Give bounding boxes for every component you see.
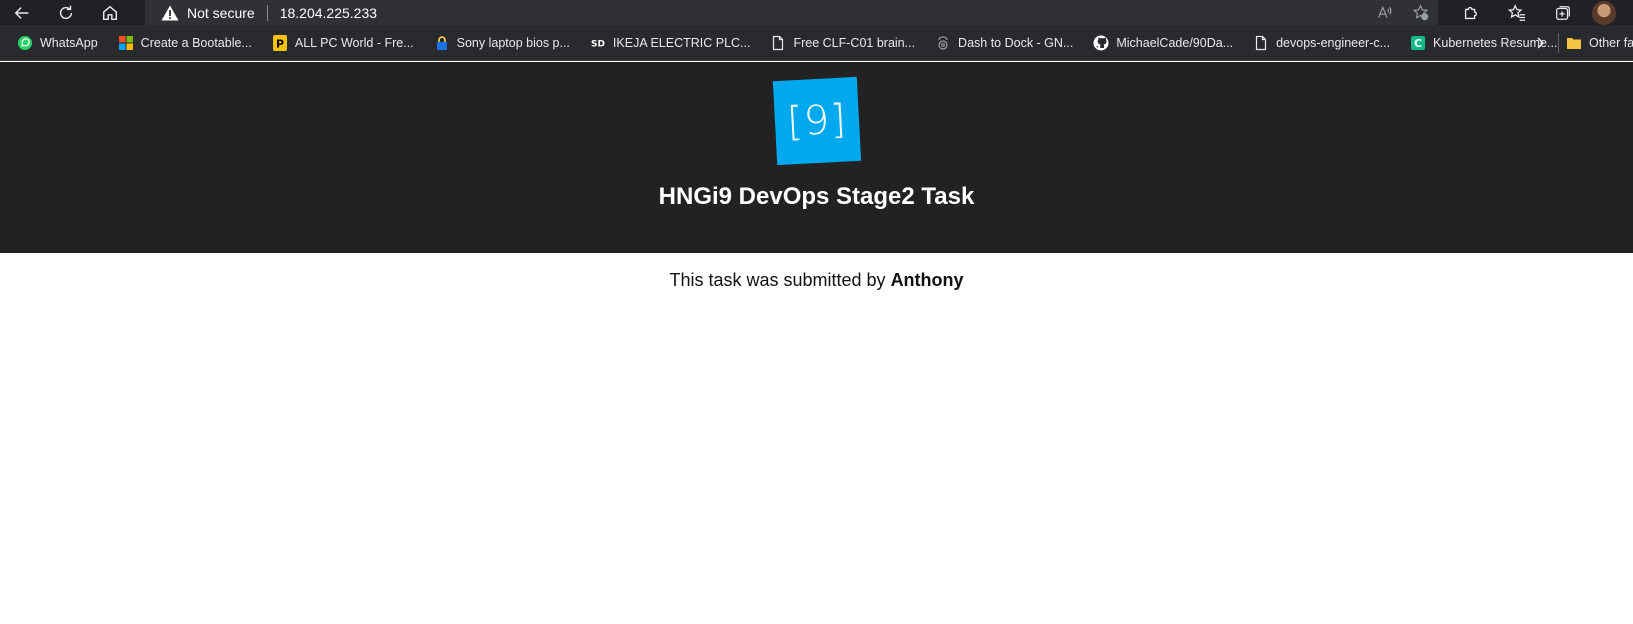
home-button[interactable] (88, 0, 132, 25)
bookmark-label: IKEJA ELECTRIC PLC... (612, 35, 751, 50)
bookmark-dash-to-dock[interactable]: Dash to Dock - GN... (930, 29, 1078, 57)
bookmark-label: devops-engineer-c... (1276, 35, 1391, 50)
microsoft-icon (118, 35, 134, 51)
sd-icon: SD (590, 35, 606, 51)
bookmark-label: Dash to Dock - GN... (958, 35, 1074, 50)
browser-toolbar: Not secure 18.204.225.233 (0, 0, 1633, 25)
puzzle-icon (1464, 6, 1478, 19)
url-text[interactable]: 18.204.225.233 (280, 5, 377, 21)
address-bar[interactable]: Not secure 18.204.225.233 (145, 0, 1438, 25)
submission-prefix: This task was submitted by (669, 270, 886, 290)
document-icon (770, 35, 786, 51)
bookmark-other-favorites[interactable]: Other fa (1566, 29, 1633, 57)
bookmark-label: MichaelCade/90Da... (1116, 35, 1234, 50)
bookmark-ikeja-electric[interactable]: SD IKEJA ELECTRIC PLC... (585, 29, 756, 57)
folder-icon (1566, 35, 1582, 51)
collections-icon (1556, 5, 1570, 20)
page-title: HNGi9 DevOps Stage2 Task (658, 183, 975, 210)
back-arrow-icon (14, 6, 29, 19)
warning-icon (161, 5, 179, 20)
bookmark-label: WhatsApp (40, 35, 98, 50)
page-header: [9] HNGi9 DevOps Stage2 Task (0, 62, 1633, 253)
bookmark-label: Create a Bootable... (140, 35, 252, 50)
favorites-button[interactable] (1494, 0, 1540, 25)
svg-text:C: C (1414, 37, 1422, 50)
bookmark-allpcworld[interactable]: P ALL PC World - Fre... (267, 29, 419, 57)
submission-text: This task was submitted by Anthony (0, 270, 1633, 291)
allpcworld-icon: P (272, 34, 288, 51)
document-icon (1253, 35, 1269, 51)
bookmark-label: Free CLF-C01 brain... (793, 35, 916, 50)
svg-text:P: P (276, 37, 284, 50)
security-label[interactable]: Not secure (187, 5, 255, 21)
bookmark-label: Other fa (1589, 36, 1633, 50)
read-aloud-button[interactable] (1366, 0, 1402, 25)
read-aloud-icon (1377, 5, 1391, 18)
bookmarks-overflow-button[interactable] (1530, 25, 1550, 61)
svg-text:SD: SD (591, 39, 605, 49)
bookmarks-bar: WhatsApp Create a Bootable... P ALL PC W… (0, 25, 1633, 61)
refresh-button[interactable] (44, 0, 88, 25)
home-icon (102, 5, 118, 20)
favorites-icon (1508, 3, 1526, 21)
bookmark-bootable[interactable]: Create a Bootable... (113, 29, 257, 57)
submitter-name: Anthony (890, 270, 964, 290)
refresh-icon (59, 5, 73, 19)
back-button[interactable] (0, 0, 44, 25)
bookmark-clf-c01[interactable]: Free CLF-C01 brain... (765, 29, 920, 57)
address-divider (266, 4, 268, 21)
chevron-right-icon (1537, 37, 1545, 49)
bookmark-devops-engineer[interactable]: devops-engineer-c... (1248, 29, 1395, 57)
extensions-button[interactable] (1448, 0, 1494, 25)
add-favorite-button[interactable] (1402, 0, 1438, 25)
bookmarks-divider (1558, 33, 1559, 53)
logo-text: [9] (785, 96, 848, 146)
c-logo-icon: C (1410, 35, 1426, 51)
whatsapp-icon (17, 35, 33, 51)
bookmark-label: Sony laptop bios p... (456, 35, 570, 50)
profile-avatar[interactable] (1592, 0, 1616, 25)
bookmark-sony-bios[interactable]: Sony laptop bios p... (429, 29, 575, 57)
gnome-icon (935, 35, 951, 51)
bookmark-michaelcade[interactable]: MichaelCade/90Da... (1088, 29, 1238, 57)
github-icon (1093, 35, 1109, 51)
bookmark-label: ALL PC World - Fre... (294, 35, 414, 50)
collections-button[interactable] (1540, 0, 1586, 25)
lock-icon (434, 35, 450, 51)
star-add-icon (1412, 4, 1428, 21)
bookmark-whatsapp[interactable]: WhatsApp (12, 29, 103, 57)
hng-logo: [9] (772, 76, 862, 166)
